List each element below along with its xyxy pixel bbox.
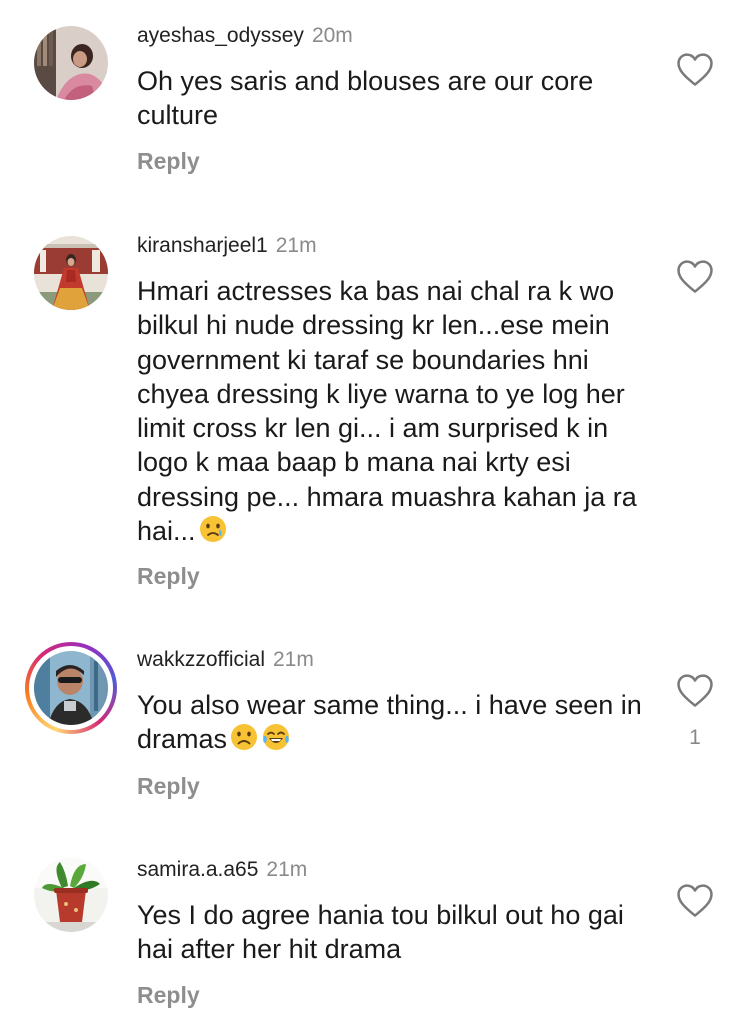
timestamp: 21m (266, 858, 308, 881)
heart-outline-icon (677, 260, 713, 293)
avatar[interactable] (34, 858, 108, 932)
like-button[interactable] (676, 259, 714, 295)
heart-outline-icon (677, 884, 713, 917)
avatar[interactable] (34, 236, 108, 310)
tears-of-joy-emoji (261, 722, 291, 760)
username[interactable]: ayeshas_odyssey (137, 24, 304, 47)
heart-outline-icon (677, 53, 713, 86)
comment-text: You also wear same thing... i have seen … (137, 688, 647, 761)
like-button[interactable] (676, 52, 714, 88)
timestamp: 21m (273, 648, 314, 671)
comment-text-content: Hmari actresses ka bas nai chal ra k wo … (137, 276, 637, 547)
like-button[interactable] (676, 673, 714, 709)
reply-button[interactable]: Reply (137, 982, 200, 1009)
comment-meta: samira.a.a65 21m (137, 858, 307, 882)
username[interactable]: samira.a.a65 (137, 858, 258, 881)
avatar[interactable] (34, 26, 108, 100)
crying-face-emoji (198, 514, 228, 552)
like-button[interactable] (676, 883, 714, 919)
timestamp: 20m (311, 24, 353, 47)
avatar[interactable] (34, 651, 108, 725)
reply-button[interactable]: Reply (137, 773, 200, 800)
timestamp: 21m (275, 234, 317, 257)
comment-text: Oh yes saris and blouses are our core cu… (137, 66, 594, 131)
comment-text-content: You also wear same thing... i have seen … (137, 690, 642, 755)
comment-meta: kiransharjeel1 21m (137, 234, 317, 258)
heart-outline-icon (677, 674, 713, 707)
reply-button[interactable]: Reply (137, 148, 200, 175)
comment-meta: wakkzzofficial 21m (137, 648, 314, 672)
comment-meta: ayeshas_odyssey 20m (137, 24, 353, 48)
comment-text: Yes I do agree hania tou bilkul out ho g… (137, 900, 624, 965)
username[interactable]: kiransharjeel1 (137, 234, 268, 257)
story-ring[interactable] (25, 642, 117, 734)
username[interactable]: wakkzzofficial (137, 648, 265, 671)
frowning-face-emoji (229, 722, 259, 760)
like-count: 1 (689, 726, 701, 749)
comment-text: Hmari actresses ka bas nai chal ra k wo … (137, 274, 647, 552)
reply-button[interactable]: Reply (137, 563, 200, 590)
